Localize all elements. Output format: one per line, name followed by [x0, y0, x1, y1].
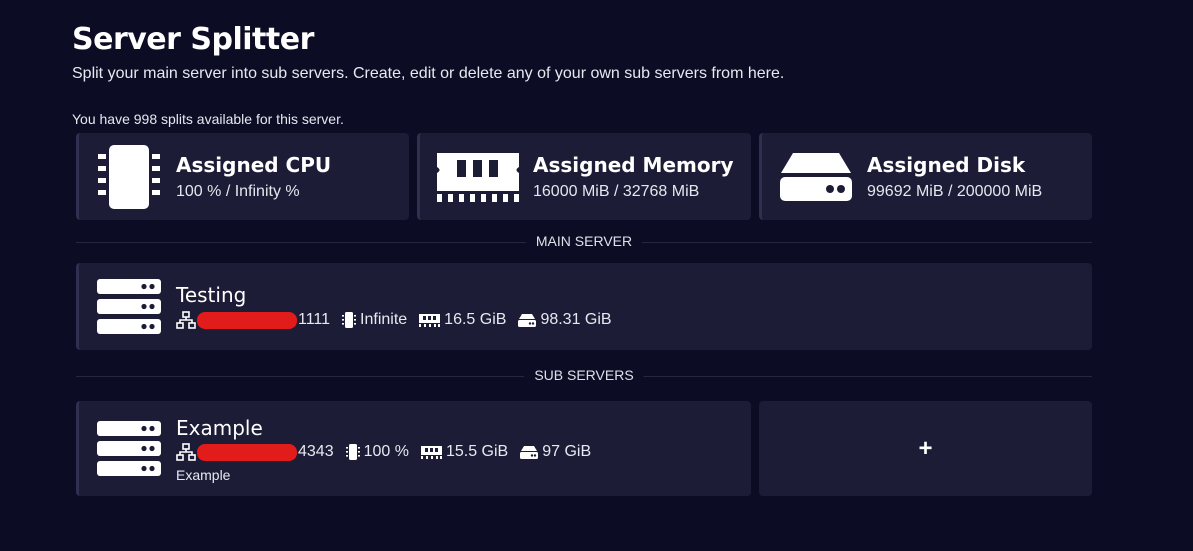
sub-server-memory: 15.5 GiB [445, 443, 509, 460]
sub-server-port: 4343 [298, 443, 334, 460]
sub-servers-section-label: SUB SERVERS [524, 367, 644, 383]
sub-server-name: Example [176, 416, 263, 440]
sub-server-disk: 97 GiB [542, 443, 592, 460]
main-server-card[interactable]: Testing 1111 Infinite 16.5 GiB 98.31 GiB [76, 263, 1092, 350]
sub-server-cpu: 100 % [363, 443, 409, 460]
main-server-disk: 98.31 GiB [540, 311, 612, 328]
disk-card-value: 99692 MiB / 200000 MiB [867, 183, 1043, 200]
assigned-disk-card: Assigned Disk 99692 MiB / 200000 MiB [759, 133, 1092, 220]
disk-card-title: Assigned Disk [867, 153, 1026, 177]
redacted-address [197, 443, 297, 461]
memory-icon [420, 445, 442, 459]
cpu-chip-icon [98, 145, 160, 209]
memory-icon [419, 313, 441, 327]
assigned-cpu-card: Assigned CPU 100 % / Infinity % [76, 133, 409, 220]
add-sub-server-button[interactable]: + [759, 401, 1092, 496]
page-title: Server Splitter [72, 22, 314, 57]
cpu-icon [345, 444, 360, 460]
main-server-port: 1111 [298, 311, 331, 328]
memory-card-value: 16000 MiB / 32768 MiB [533, 183, 700, 200]
memory-stick-icon [437, 153, 519, 202]
disk-icon [518, 313, 537, 327]
main-server-divider: MAIN SERVER [76, 233, 1092, 249]
assigned-memory-card: Assigned Memory 16000 MiB / 32768 MiB [417, 133, 751, 220]
main-server-cpu: Infinite [360, 311, 408, 328]
redacted-address [197, 311, 297, 329]
cpu-icon [342, 312, 357, 328]
main-server-meta: 1111 Infinite 16.5 GiB 98.31 GiB [176, 311, 612, 329]
network-icon [176, 443, 196, 461]
main-server-section-label: MAIN SERVER [525, 233, 643, 249]
splits-available-note: You have 998 splits available for this s… [72, 111, 344, 127]
hard-drive-icon [780, 153, 852, 201]
page-subtitle: Split your main server into sub servers.… [72, 65, 785, 82]
memory-card-title: Assigned Memory [533, 153, 734, 177]
server-stack-icon [97, 421, 161, 476]
cpu-card-title: Assigned CPU [176, 153, 332, 177]
sub-server-description: Example [176, 467, 231, 483]
main-server-memory: 16.5 GiB [444, 311, 507, 328]
cpu-card-value: 100 % / Infinity % [176, 183, 300, 200]
main-server-name: Testing [176, 283, 247, 307]
server-stack-icon [97, 279, 161, 334]
sub-servers-divider: SUB SERVERS [76, 367, 1092, 383]
disk-icon [520, 445, 539, 459]
network-icon [176, 311, 196, 329]
sub-server-meta: 4343 100 % 15.5 GiB 97 GiB [176, 443, 591, 461]
sub-server-card[interactable]: Example 4343 100 % 15.5 GiB 97 GiB Examp… [76, 401, 751, 496]
